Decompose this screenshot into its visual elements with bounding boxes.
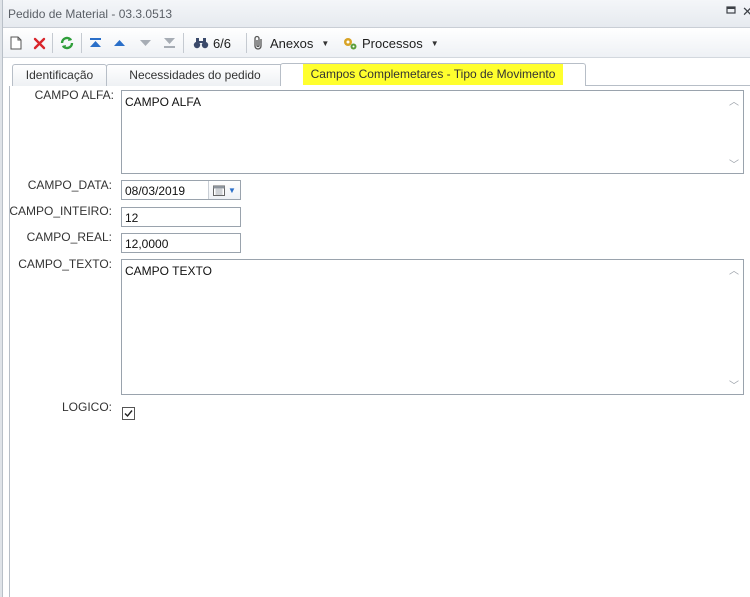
campo-data-value: 08/03/2019 <box>125 184 186 198</box>
next-record-button[interactable] <box>137 32 153 54</box>
campo-data-label: CAMPO_DATA: <box>27 178 112 192</box>
date-picker-button[interactable]: ▼ <box>208 181 240 199</box>
chevron-down-icon: ▼ <box>228 185 236 195</box>
toolbar-separator <box>52 33 53 53</box>
close-window-icon[interactable]: ✕ <box>742 4 750 20</box>
window-titlebar: Pedido de Material - 03.3.0513 ✕ <box>3 0 750 28</box>
campo-alfa-value: CAMPO ALFA <box>125 95 202 109</box>
checkmark-icon <box>124 410 133 418</box>
new-record-button[interactable] <box>8 32 24 54</box>
processes-dropdown[interactable]: Processos ▼ <box>342 32 444 54</box>
attachments-dropdown[interactable]: Anexos ▼ <box>252 32 338 54</box>
calendar-icon <box>213 185 226 196</box>
toolbar: 6/6 Anexos ▼ Processos ▼ <box>3 28 750 58</box>
campo-data-field[interactable]: 08/03/2019 ▼ <box>121 180 241 200</box>
tab-campos-complementares-label: Campos Complemetares - Tipo de Movimento <box>302 64 564 85</box>
scroll-up-icon[interactable]: ︿ <box>729 262 739 277</box>
binoculars-icon <box>193 38 209 49</box>
campo-real-value: 12,0000 <box>125 237 169 251</box>
down-arrow-icon <box>139 40 151 46</box>
first-record-button[interactable] <box>87 32 103 54</box>
campo-inteiro-label: CAMPO_INTEIRO: <box>9 204 112 218</box>
new-document-icon <box>10 36 22 50</box>
last-record-icon <box>163 38 175 48</box>
chevron-down-icon: ▼ <box>321 38 330 48</box>
scroll-up-icon[interactable]: ︿ <box>729 93 739 108</box>
paperclip-icon <box>254 35 262 50</box>
logico-checkbox[interactable] <box>122 407 135 420</box>
campo-alfa-textarea[interactable]: CAMPO ALFA ︿ ﹀ <box>121 90 744 174</box>
campo-texto-label: CAMPO_TEXTO: <box>18 257 112 271</box>
scroll-down-icon[interactable]: ﹀ <box>729 377 739 392</box>
pin-icon[interactable] <box>726 6 736 19</box>
attachments-label: Anexos <box>270 35 314 51</box>
goto-record-button[interactable]: 6/6 <box>188 32 236 54</box>
form-panel: CAMPO ALFA: CAMPO ALFA ︿ ﹀ CAMPO_DATA: 0… <box>9 86 750 597</box>
campo-texto-value: CAMPO TEXTO <box>125 264 212 278</box>
last-record-button[interactable] <box>161 32 177 54</box>
processes-label: Processos <box>362 35 423 51</box>
tab-necessidades-do-pedido[interactable]: Necessidades do pedido <box>106 64 284 86</box>
refresh-icon <box>60 36 74 50</box>
campo-real-label: CAMPO_REAL: <box>26 230 112 244</box>
toolbar-separator <box>183 33 184 53</box>
campo-inteiro-value: 12 <box>125 211 139 225</box>
toolbar-separator <box>246 33 247 53</box>
delete-record-button[interactable] <box>31 32 47 54</box>
logico-label: LOGICO: <box>61 400 112 414</box>
previous-record-button[interactable] <box>111 32 127 54</box>
scroll-down-icon[interactable]: ﹀ <box>729 156 739 171</box>
first-record-icon <box>89 38 101 47</box>
tab-strip: Identificação Necessidades do pedido Cam… <box>3 58 750 87</box>
toolbar-separator <box>81 33 82 53</box>
gears-icon <box>344 38 357 50</box>
up-arrow-icon <box>113 40 125 46</box>
campo-texto-textarea[interactable]: CAMPO TEXTO ︿ ﹀ <box>121 259 744 395</box>
left-window-edge <box>0 0 3 597</box>
delete-x-icon <box>33 37 45 49</box>
chevron-down-icon: ▼ <box>430 38 439 48</box>
campo-real-field[interactable]: 12,0000 <box>121 233 241 253</box>
window-title: Pedido de Material - 03.3.0513 <box>8 7 173 21</box>
tab-identificacao[interactable]: Identificação <box>12 64 107 86</box>
tab-campos-complementares[interactable]: Campos Complemetares - Tipo de Movimento <box>280 63 586 87</box>
refresh-button[interactable] <box>58 32 76 54</box>
campo-alfa-label: CAMPO ALFA: <box>34 88 114 102</box>
campo-inteiro-field[interactable]: 12 <box>121 207 241 227</box>
record-counter: 6/6 <box>212 35 232 51</box>
